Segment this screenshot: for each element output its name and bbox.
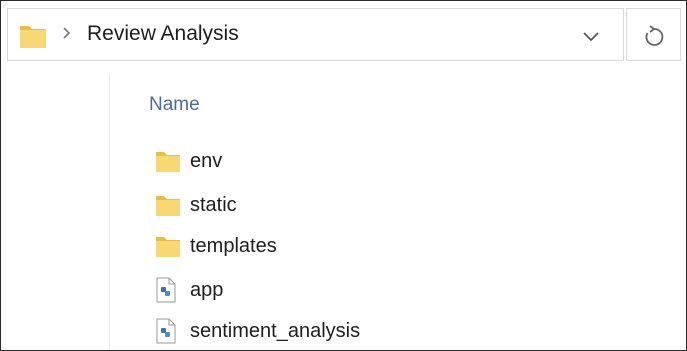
refresh-button[interactable] [626, 8, 681, 61]
address-bar[interactable]: Review Analysis [7, 8, 624, 61]
nav-pane-divider [109, 75, 110, 350]
item-name: static [190, 194, 237, 216]
explorer-window: Review Analysis Name env static template… [0, 0, 687, 351]
chevron-down-icon[interactable] [578, 23, 604, 49]
folder-icon [155, 233, 181, 264]
python-file-icon [155, 277, 177, 308]
list-item[interactable]: sentiment_analysis [151, 315, 481, 347]
list-item[interactable]: templates [151, 230, 481, 262]
list-item[interactable]: static [151, 189, 481, 221]
item-name: app [190, 279, 224, 301]
item-name: sentiment_analysis [190, 320, 361, 342]
item-name: env [190, 150, 223, 172]
item-name: templates [190, 235, 277, 257]
breadcrumb-current[interactable]: Review Analysis [87, 21, 239, 47]
folder-icon [19, 22, 47, 55]
chevron-right-icon[interactable] [61, 23, 73, 48]
folder-icon [155, 192, 181, 223]
folder-icon [155, 148, 181, 179]
refresh-icon [645, 25, 664, 46]
python-file-icon [155, 318, 177, 349]
list-item[interactable]: app [151, 274, 481, 306]
name-column-header[interactable]: Name [149, 93, 200, 117]
list-item[interactable]: env [151, 145, 481, 177]
